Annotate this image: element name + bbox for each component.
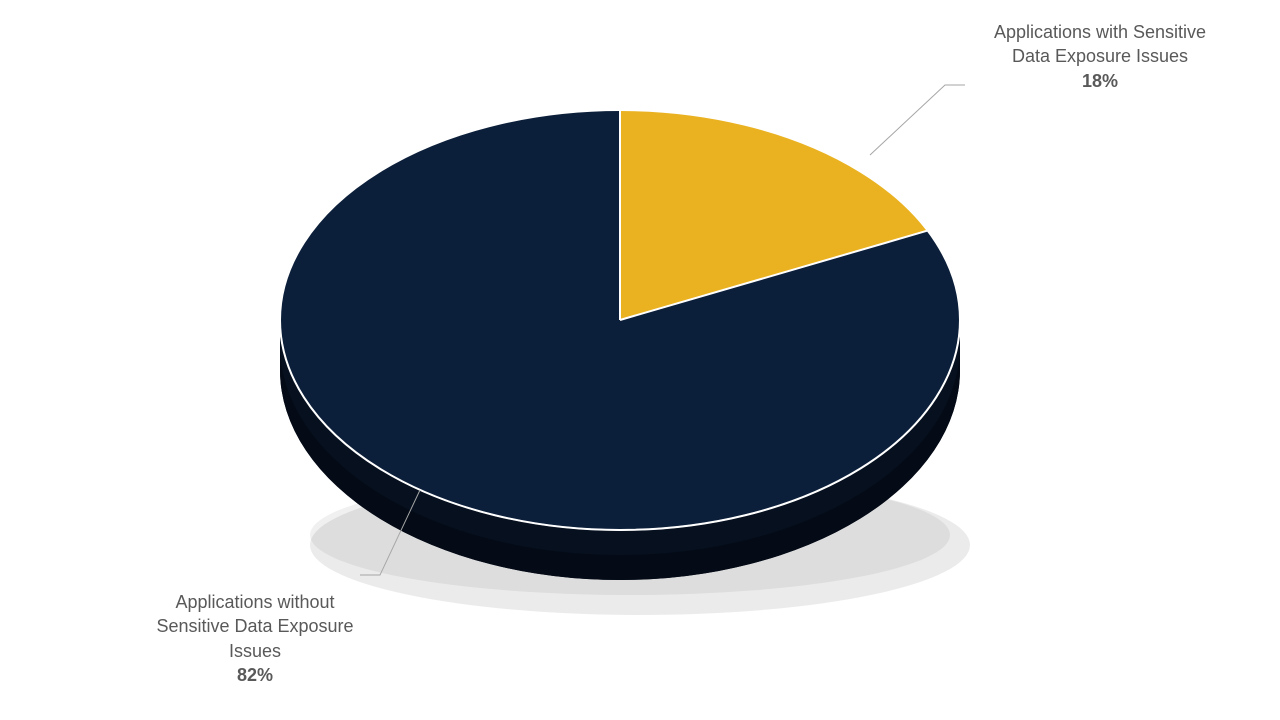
label-text: Applications without [175,592,334,612]
pie-chart-3d: Applications with Sensitive Data Exposur… [0,0,1280,720]
label-text: Data Exposure Issues [1012,46,1188,66]
label-text: Applications with Sensitive [994,22,1206,42]
label-text: Sensitive Data Exposure [156,616,353,636]
slice-label-with-issues: Applications with Sensitive Data Exposur… [965,20,1235,93]
label-percent: 18% [965,69,1235,93]
label-text: Issues [229,641,281,661]
label-percent: 82% [140,663,370,687]
slice-label-without-issues: Applications without Sensitive Data Expo… [140,590,370,687]
